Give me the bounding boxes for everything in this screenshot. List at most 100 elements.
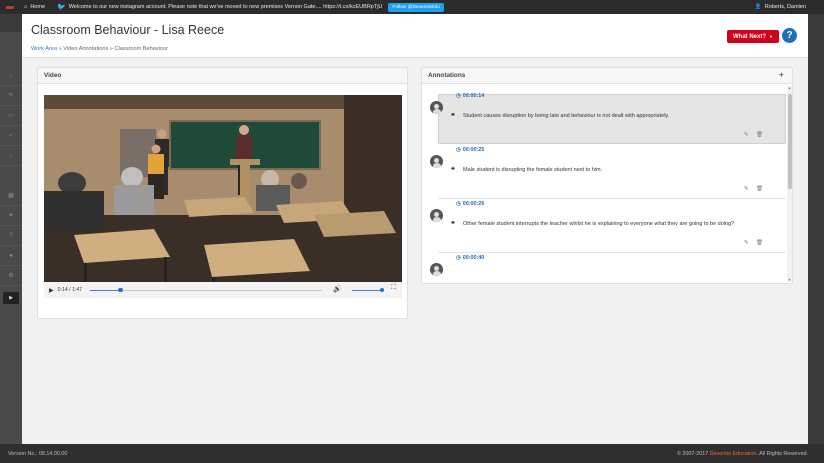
breadcrumb-current: Classroom Behaviour — [114, 46, 168, 52]
sidebar-question-icon[interactable]: ? — [0, 226, 22, 246]
edit-icon[interactable]: ✎ — [744, 240, 749, 246]
page-header: Classroom Behaviour - Lisa Reece Work Ar… — [22, 14, 808, 58]
main-content: Classroom Behaviour - Lisa Reece Work Ar… — [22, 14, 808, 444]
twitter-message: Welcome to our new instagram account. Pl… — [68, 4, 383, 10]
twitter-ticker[interactable]: 🐦 Welcome to our new instagram account. … — [57, 3, 382, 11]
help-icon[interactable]: ? — [782, 28, 797, 43]
progress-fill — [90, 289, 121, 291]
sidebar-check-icon[interactable]: ✓ — [0, 126, 22, 146]
video-time: 0:14 / 1:47 — [57, 287, 83, 293]
delete-icon[interactable]: 🗑 — [756, 186, 763, 192]
annotation-time-label: 00:00:40 — [462, 255, 485, 261]
volume-slider[interactable] — [352, 287, 385, 293]
twitter-icon: 🐦 — [57, 4, 66, 11]
sidebar-pencil-icon[interactable]: ✎ — [0, 86, 22, 106]
add-annotation-button[interactable]: + — [779, 68, 784, 83]
breadcrumb: Work Area » Video Annotations » Classroo… — [31, 46, 168, 52]
sidebar-gear-icon[interactable]: ⚙ — [0, 266, 22, 286]
brand-logo[interactable] — [0, 0, 20, 14]
sidebar-tag-icon[interactable]: ⌂ — [0, 146, 22, 166]
avatar — [430, 155, 443, 168]
annotation-item[interactable]: ◷ 00:00:26 ❝ Other female student interru… — [423, 199, 786, 253]
quote-icon: ❝ — [451, 221, 455, 228]
home-icon: ⌂ — [24, 4, 28, 10]
sidebar: ⌂ ✎ ▭ ✓ ⌂ ▦ ✦ ? ● ⚙ ▶ — [0, 32, 22, 444]
sidebar-grid-icon[interactable]: ▦ — [0, 186, 22, 206]
annotation-list: ◷ 00:00:14 ❝ Student causes disruption by… — [423, 84, 786, 282]
what-next-label: What Next? — [733, 33, 767, 40]
sidebar-inbox-icon[interactable]: ▭ — [0, 106, 22, 126]
annotation-text: Student causes disruption by being late … — [463, 113, 670, 119]
video-controls: ▶ 0:14 / 1:47 🔊 ⛶ — [44, 282, 402, 298]
annotation-time[interactable]: ◷ 00:00:14 — [456, 93, 484, 99]
video-panel-title: Video — [38, 68, 407, 84]
edit-icon[interactable]: ✎ — [744, 132, 749, 138]
avatar — [430, 263, 443, 276]
avatar — [430, 101, 443, 114]
clock-icon: ◷ — [456, 255, 461, 261]
sidebar-play-icon[interactable]: ▶ — [3, 292, 19, 304]
play-icon[interactable]: ▶ — [49, 287, 54, 294]
progress-knob[interactable] — [118, 287, 123, 293]
avatar — [430, 209, 443, 222]
edit-icon[interactable]: ✎ — [744, 186, 749, 192]
progress-bar[interactable] — [90, 287, 322, 293]
video-frame — [44, 95, 402, 282]
annotation-time[interactable]: ◷ 00:00:26 — [456, 201, 484, 207]
fullscreen-icon[interactable]: ⛶ — [391, 284, 396, 292]
scroll-down-icon[interactable]: ▼ — [787, 278, 792, 282]
copyright: © 2007-2017 Deventio Education. All Righ… — [677, 451, 808, 457]
page-title: Classroom Behaviour - Lisa Reece — [31, 23, 225, 37]
home-label: Home — [30, 4, 45, 10]
clock-icon: ◷ — [456, 93, 461, 99]
breadcrumb-separator: » — [109, 46, 113, 52]
annotation-item[interactable]: ◷ 00:00:40 — [423, 253, 786, 282]
caret-down-icon: ▼ — [769, 34, 773, 39]
annotation-scrollbar[interactable]: ▲ ▼ — [787, 86, 792, 282]
video-panel: Video ▶ 0:14 / 1:47 🔊 ⛶ — [37, 67, 408, 319]
quote-icon: ❝ — [451, 167, 455, 174]
annotation-item[interactable]: ◷ 00:00:25 ❝ Male student is disrupting t… — [423, 145, 786, 199]
right-edge — [808, 14, 824, 444]
delete-icon[interactable]: 🗑 — [756, 240, 763, 246]
user-menu[interactable]: 👤 Roberts, Damien — [755, 0, 806, 14]
annotation-time-label: 00:00:26 — [462, 201, 485, 207]
annotation-item[interactable]: ◷ 00:00:14 ❝ Student causes disruption by… — [423, 91, 786, 145]
copyright-prefix: © 2007-2017 — [676, 451, 709, 457]
delete-icon[interactable]: 🗑 — [756, 132, 763, 138]
sidebar-home-icon[interactable]: ⌂ — [0, 66, 22, 86]
video-player[interactable] — [44, 95, 402, 282]
sidebar-comment-icon[interactable]: ● — [0, 246, 22, 266]
volume-icon[interactable]: 🔊 — [333, 285, 342, 293]
annotation-time-label: 00:00:25 — [462, 147, 485, 153]
annotations-panel: Annotations + ◷ 00:00:14 ❝ Student causes… — [421, 67, 793, 284]
quote-icon: ❝ — [451, 113, 455, 120]
volume-fill — [352, 289, 382, 291]
annotation-text: Other female student interrupts the teac… — [463, 221, 735, 227]
breadcrumb-video-annotations[interactable]: Video Annotations — [63, 46, 108, 52]
breadcrumb-separator: » — [58, 46, 62, 52]
user-name: Roberts, Damien — [764, 4, 806, 10]
annotation-time[interactable]: ◷ 00:00:40 — [456, 255, 484, 261]
follow-button[interactable]: Follow @DeventioEdu — [388, 2, 444, 12]
clock-icon: ◷ — [456, 147, 461, 153]
annotation-time[interactable]: ◷ 00:00:25 — [456, 147, 484, 153]
breadcrumb-work-area[interactable]: Work Area — [31, 46, 57, 52]
version-label: Version No.: 08.14.00.00 — [8, 451, 68, 457]
top-bar: ⌂ Home 🐦 Welcome to our new instagram ac… — [0, 0, 824, 14]
what-next-button[interactable]: What Next? ▼ — [727, 30, 779, 43]
scroll-thumb[interactable] — [787, 94, 792, 189]
scroll-up-icon[interactable]: ▲ — [787, 86, 792, 90]
duration: 1:47 — [72, 287, 83, 293]
company-link[interactable]: Deventio Education — [710, 451, 757, 457]
current-time: 0:14 — [57, 287, 68, 293]
copyright-suffix: . All Rights Reserved. — [756, 451, 808, 457]
volume-knob[interactable] — [379, 287, 385, 293]
sidebar-wrench-icon[interactable]: ✦ — [0, 206, 22, 226]
annotation-time-label: 00:00:14 — [462, 93, 485, 99]
footer: Version No.: 08.14.00.00 © 2007-2017 Dev… — [0, 444, 824, 463]
clock-icon: ◷ — [456, 201, 461, 207]
annotations-panel-title: Annotations — [422, 68, 792, 84]
user-icon: 👤 — [754, 4, 762, 10]
home-link[interactable]: ⌂ Home — [24, 4, 45, 10]
